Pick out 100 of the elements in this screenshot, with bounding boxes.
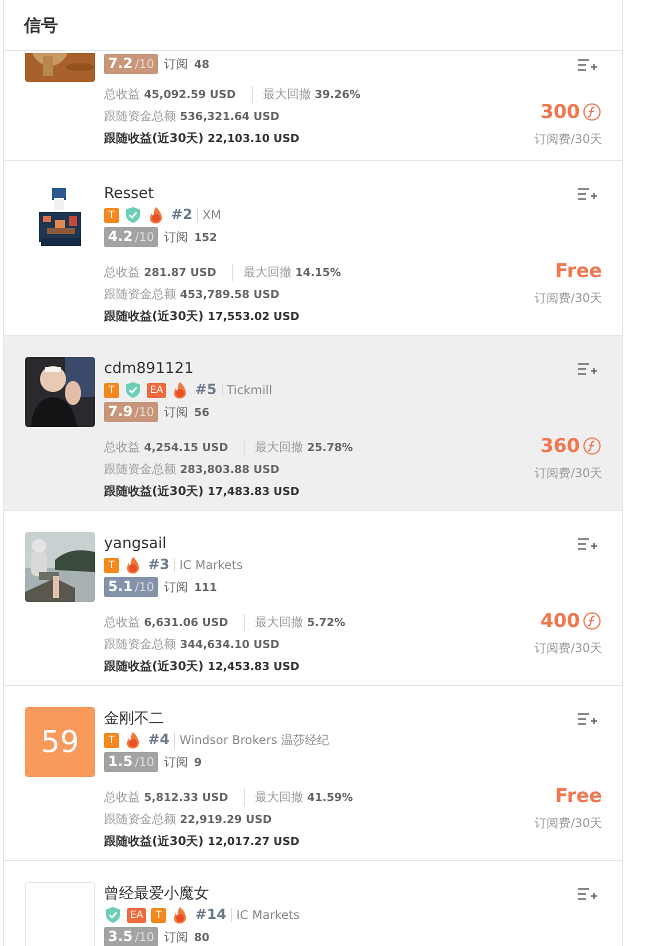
stat-label: 跟随资金总额 (104, 286, 176, 302)
badge-label: EA (127, 908, 146, 922)
stat-value: 5.72% (307, 616, 346, 628)
stat-value: 39.26% (314, 88, 361, 100)
trader-name[interactable]: cdm891121 (104, 357, 502, 379)
stat-label: 跟随收益(近30天) (104, 130, 204, 146)
stat-value: 45,092.59 USD (144, 88, 236, 100)
subscribers-count: 111 (194, 580, 218, 594)
stat-value: 17,553.02 USD (208, 310, 300, 322)
stat-value: 5,812.33 USD (144, 790, 228, 804)
stat-label: 跟随资金总额 (104, 636, 176, 652)
stat-label: 跟随收益(近30天) (104, 832, 204, 850)
badge-label: T (104, 382, 119, 398)
trader-name[interactable]: 金刚不二 (104, 707, 502, 729)
stat-value: 14.15% (295, 266, 342, 278)
broker-name: Tickmill (222, 383, 272, 397)
broker-name: IC Markets (231, 908, 300, 922)
price-value: Free (555, 785, 602, 807)
price-unit: 订阅费/30天 (534, 815, 602, 832)
price-unit: 订阅费/30天 (534, 465, 602, 482)
stat-value: 12,453.83 USD (208, 660, 300, 672)
badge-label: T (104, 558, 119, 572)
price-value: 300 (540, 101, 580, 123)
avatar (25, 882, 95, 946)
price-value: 400 (540, 610, 580, 632)
broker-name: Windsor Brokers 温莎经纪 (174, 732, 330, 748)
avatar: 59 (25, 707, 95, 777)
rank-text: #4 (148, 732, 170, 748)
stat-value: 6,631.06 USD (144, 616, 228, 628)
stat-label: 跟随收益(近30天) (104, 658, 204, 674)
shield-icon (124, 381, 142, 399)
stat-value: 536,321.64 USD (180, 110, 280, 122)
stat-label: 总收益 (104, 788, 140, 806)
badge-label: EA (147, 382, 166, 398)
signal-card[interactable]: cdm891121 T EA #5 Tickmill 7.9/10 订阅 56 总收益 4,254.15 USD 最大回撤 25.78% 跟随资金总额 283,803.88 USD 跟随收益(近30天) 17,483.83 USD 360 订阅费/30天 (4, 336, 622, 511)
trader-name[interactable]: 曾经最爱小魔女 (104, 882, 502, 904)
subscribers-label: 订阅 (164, 56, 188, 72)
rating-score: 3.5 (108, 928, 133, 946)
stat-label: 最大回撤 (255, 788, 304, 806)
broker-name: IC Markets (174, 558, 243, 572)
stat-label: 最大回撤 (262, 86, 311, 102)
rating-score: 4.2 (108, 228, 133, 247)
price-unit: 订阅费/30天 (534, 640, 602, 657)
add-to-list-icon (576, 57, 598, 73)
rank-text: #5 (195, 382, 217, 398)
coin-icon (583, 103, 601, 121)
add-to-list-icon (576, 186, 598, 202)
badge-label: T (151, 908, 166, 922)
subscribers-count: 56 (194, 406, 210, 418)
rating-scale: /10 (134, 579, 154, 596)
page-title: 信号 (24, 14, 58, 36)
subscribers-count: 152 (194, 230, 218, 244)
rating-scale: /10 (134, 229, 154, 246)
add-to-list-icon (576, 361, 598, 377)
rating-score: 7.9 (108, 403, 133, 422)
subscribers-count: 9 (194, 756, 202, 768)
subscribers-count: 80 (194, 930, 210, 944)
add-to-list-icon (576, 886, 598, 902)
badge-label: T (104, 208, 119, 222)
rank-text: #2 (171, 207, 192, 223)
rating-scale: /10 (134, 929, 154, 946)
stat-value: 453,789.58 USD (180, 288, 280, 300)
stat-value: 22,103.10 USD (208, 132, 300, 144)
trader-name[interactable]: Resset (104, 182, 502, 204)
stat-value: 283,803.88 USD (180, 462, 280, 476)
stat-label: 总收益 (104, 86, 140, 102)
rating-scale: /10 (134, 754, 154, 771)
badge-label: T (104, 732, 119, 748)
stat-label: 跟随收益(近30天) (104, 308, 204, 324)
subscribers-label: 订阅 (164, 754, 188, 770)
stat-label: 跟随资金总额 (104, 810, 176, 828)
signal-card[interactable]: 7.2/10 订阅 48 总收益 45,092.59 USD 最大回撤 39.26% 跟随资金总额 536,321.64 USD 跟随收益(近30天) 22,103.10 USD 300 订阅费/30天 (4, 51, 622, 161)
rank-text: #3 (148, 557, 170, 573)
flame-icon (147, 206, 165, 224)
price-unit: 订阅费/30天 (534, 131, 602, 148)
stat-value: 4,254.15 USD (144, 440, 228, 454)
stat-label: 总收益 (104, 438, 140, 456)
stat-value: 12,017.27 USD (208, 834, 300, 848)
add-to-list-icon (576, 536, 598, 552)
trader-name[interactable]: yangsail (104, 532, 502, 554)
stat-value: 344,634.10 USD (180, 638, 280, 650)
rating-score: 1.5 (108, 753, 133, 772)
stat-label: 跟随收益(近30天) (104, 482, 204, 500)
rating-scale: /10 (134, 404, 154, 421)
stat-label: 总收益 (104, 614, 140, 630)
rating-score: 5.1 (108, 578, 133, 597)
subscribers-label: 订阅 (164, 404, 188, 420)
stat-value: 22,919.29 USD (180, 812, 272, 826)
price-unit: 订阅费/30天 (534, 290, 602, 307)
flame-icon (124, 556, 142, 574)
stat-value: 41.59% (307, 790, 353, 804)
stat-label: 跟随资金总额 (104, 460, 176, 478)
stat-label: 最大回撤 (243, 264, 292, 280)
rank-text: #14 (195, 907, 226, 923)
broker-name: XM (197, 208, 222, 222)
rating-scale: /10 (134, 56, 154, 73)
subscribers-label: 订阅 (164, 928, 188, 946)
stat-value: 17,483.83 USD (208, 484, 300, 498)
stat-value: 281.87 USD (144, 266, 216, 278)
stat-label: 最大回撤 (255, 438, 304, 456)
